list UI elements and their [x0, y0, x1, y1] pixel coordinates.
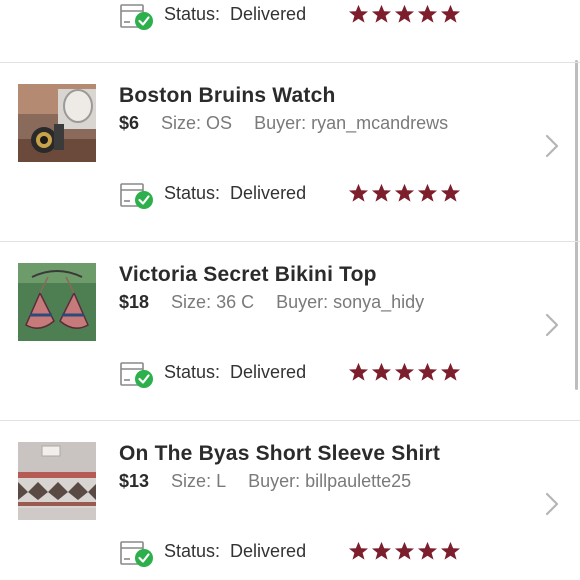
package-delivered-icon: [120, 362, 153, 388]
star-icon: [417, 362, 438, 381]
item-price: $6: [119, 113, 140, 133]
item-buyer[interactable]: Buyer: sonya_hidy: [276, 292, 424, 312]
item-title[interactable]: Boston Bruins Watch: [119, 84, 336, 108]
item-meta: $18 Size: 36 C Buyer: sonya_hidy: [119, 292, 424, 313]
star-icon: [394, 541, 415, 560]
item-thumbnail: [18, 442, 96, 520]
item-thumbnail: [18, 84, 96, 162]
status-label: Status: Delivered: [164, 4, 307, 24]
chevron-right-icon[interactable]: [544, 491, 560, 517]
package-delivered-icon: [120, 183, 153, 209]
item-meta: $6 Size: OS Buyer: ryan_mcandrews: [119, 113, 448, 134]
status-label: Status: Delivered: [164, 183, 307, 203]
star-icon: [371, 541, 392, 560]
package-delivered-icon: [120, 541, 153, 567]
sale-item[interactable]: Status: Delivered: [0, 0, 580, 62]
star-icon: [371, 362, 392, 381]
star-icon: [394, 4, 415, 23]
star-icon: [348, 362, 369, 381]
item-thumbnail: [18, 263, 96, 341]
star-icon: [348, 4, 369, 23]
chevron-right-icon[interactable]: [544, 133, 560, 159]
star-icon: [371, 4, 392, 23]
item-title[interactable]: Victoria Secret Bikini Top: [119, 263, 377, 287]
star-icon: [348, 183, 369, 202]
item-size: Size: OS: [161, 113, 233, 133]
star-icon: [417, 183, 438, 202]
item-size: Size: L: [171, 471, 227, 491]
item-price: $18: [119, 292, 150, 312]
star-icon: [440, 4, 461, 23]
star-icon: [394, 183, 415, 202]
status-label: Status: Delivered: [164, 362, 307, 382]
rating-stars: [347, 4, 462, 29]
item-size: Size: 36 C: [171, 292, 255, 312]
star-icon: [394, 362, 415, 381]
star-icon: [440, 541, 461, 560]
package-delivered-icon: [120, 4, 153, 30]
star-icon: [348, 541, 369, 560]
star-icon: [440, 183, 461, 202]
star-icon: [417, 4, 438, 23]
item-meta: $13 Size: L Buyer: billpaulette25: [119, 471, 411, 492]
rating-stars: [347, 541, 462, 566]
item-title[interactable]: On The Byas Short Sleeve Shirt: [119, 442, 440, 466]
sale-item[interactable]: On The Byas Short Sleeve Shirt $13 Size: …: [0, 421, 580, 580]
status-label: Status: Delivered: [164, 541, 307, 561]
star-icon: [440, 362, 461, 381]
sale-item[interactable]: Boston Bruins Watch $6 Size: OS Buyer: rya…: [0, 63, 580, 241]
star-icon: [417, 541, 438, 560]
item-buyer[interactable]: Buyer: ryan_mcandrews: [254, 113, 448, 133]
rating-stars: [347, 362, 462, 387]
sale-item[interactable]: Victoria Secret Bikini Top $18 Size: 36 C…: [0, 242, 580, 420]
star-icon: [371, 183, 392, 202]
item-buyer[interactable]: Buyer: billpaulette25: [248, 471, 411, 491]
rating-stars: [347, 183, 462, 208]
item-price: $13: [119, 471, 150, 491]
chevron-right-icon[interactable]: [544, 312, 560, 338]
